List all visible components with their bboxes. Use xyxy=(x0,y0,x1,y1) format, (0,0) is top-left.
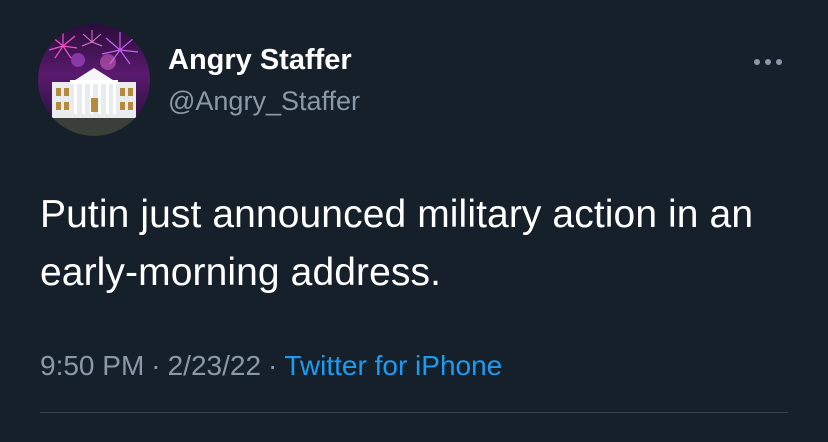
avatar[interactable] xyxy=(38,24,150,136)
author-display-name[interactable]: Angry Staffer xyxy=(168,42,352,78)
meta-separator: · xyxy=(151,350,161,381)
author-handle[interactable]: @Angry_Staffer xyxy=(168,84,360,118)
more-options-button[interactable] xyxy=(748,50,788,74)
tweet-text: Putin just announced military action in … xyxy=(40,193,754,294)
tweet-time[interactable]: 9:50 PM xyxy=(40,350,144,381)
tweet-date[interactable]: 2/23/22 xyxy=(168,350,261,381)
divider xyxy=(40,412,788,413)
white-house-fireworks-icon xyxy=(38,24,150,136)
tweet-card: Angry Staffer @Angry_Staffer Putin just … xyxy=(0,0,828,442)
tweet-metadata: 9:50 PM · 2/23/22 · Twitter for iPhone xyxy=(40,348,502,384)
tweet-source-link[interactable]: Twitter for iPhone xyxy=(284,350,502,381)
meta-separator: · xyxy=(268,350,278,381)
more-horizontal-icon xyxy=(754,59,782,65)
